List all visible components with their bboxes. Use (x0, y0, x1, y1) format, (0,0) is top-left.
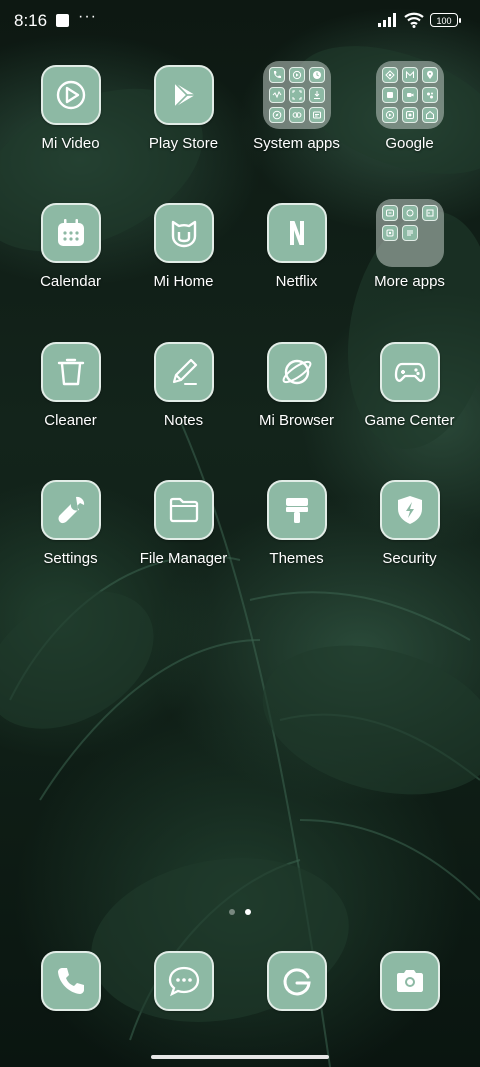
dock-google[interactable] (240, 951, 353, 1011)
trash-icon (40, 342, 101, 402)
app-play-store[interactable]: Play Store (127, 65, 240, 152)
signal-icon (378, 13, 396, 27)
dock-phone[interactable] (14, 951, 127, 1011)
drive-mini-icon (381, 87, 398, 103)
app-label: Mi Browser (258, 412, 334, 429)
app-mini-icon-3 (421, 205, 438, 221)
app-label: Calendar (40, 273, 101, 290)
app-label: Play Store (148, 135, 219, 152)
folder-icon (153, 480, 214, 540)
gamepad-icon (379, 342, 440, 402)
wrench-icon (40, 480, 101, 540)
app-game-center[interactable]: Game Center (353, 342, 466, 429)
shield-icon (379, 480, 440, 540)
download-mini-icon (308, 87, 325, 103)
app-security[interactable]: Security (353, 480, 466, 567)
mi-video-icon (40, 65, 101, 125)
dock-messages[interactable] (127, 951, 240, 1011)
app-label: More apps (374, 273, 445, 290)
scanner-mini-icon (288, 87, 305, 103)
app-label: Game Center (364, 412, 455, 429)
app-label: Cleaner (44, 412, 97, 429)
app-label: Settings (43, 550, 98, 567)
status-icons: 100 (378, 12, 461, 28)
pencil-icon (153, 342, 214, 402)
camera-icon (379, 951, 440, 1011)
play-store-icon (153, 65, 214, 125)
assistant-mini-icon (421, 87, 438, 103)
app-mini-icon-4 (381, 225, 398, 241)
page-dot-2[interactable] (245, 909, 251, 915)
folder-more-apps[interactable]: More apps (353, 199, 466, 290)
app-label: Themes (269, 550, 324, 567)
app-label: Netflix (275, 273, 318, 290)
battery-icon: 100 (430, 13, 461, 27)
card-mini-icon (308, 107, 325, 123)
gallery-mini-icon (381, 67, 398, 83)
gmail-mini-icon (401, 67, 418, 83)
home-indicator[interactable] (151, 1055, 329, 1059)
app-notes[interactable]: Notes (127, 342, 240, 429)
app-themes[interactable]: Themes (240, 480, 353, 567)
app-mini-icon-1 (381, 205, 398, 221)
app-label: Security (382, 550, 437, 567)
folder-system-apps[interactable]: System apps (240, 61, 353, 152)
app-mini-icon-5 (401, 225, 418, 241)
app-mini-icon-2 (401, 205, 418, 221)
app-cleaner[interactable]: Cleaner (14, 342, 127, 429)
app-label: Notes (163, 412, 204, 429)
phone-icon (40, 951, 101, 1011)
duo-mini-icon (401, 87, 418, 103)
page-dot-1[interactable] (229, 909, 235, 915)
more-apps-folder-icon (375, 199, 444, 267)
notification-icon (56, 14, 69, 27)
app-label: System apps (253, 135, 340, 152)
link-mini-icon (288, 107, 305, 123)
status-time: 8:16 (14, 11, 48, 30)
app-label: File Manager (139, 550, 228, 567)
app-mi-home[interactable]: Mi Home (127, 203, 240, 290)
system-apps-folder-icon (262, 61, 331, 129)
page-indicator (0, 909, 480, 915)
dock-camera[interactable] (353, 951, 466, 1011)
calendar-icon (40, 203, 101, 263)
app-file-manager[interactable]: File Manager (127, 480, 240, 567)
compass-mini-icon (268, 107, 285, 123)
phone-mini-icon (268, 67, 285, 83)
paint-roller-icon (266, 480, 327, 540)
home-mini-icon (421, 107, 438, 123)
recorder-mini-icon (268, 87, 285, 103)
app-label: Mi Home (153, 273, 214, 290)
photos-mini-icon (401, 107, 418, 123)
more-notifications-icon: ··· (78, 8, 97, 25)
app-label: Mi Video (41, 135, 100, 152)
netflix-icon (266, 203, 327, 263)
mi-home-icon (153, 203, 214, 263)
messages-icon (153, 951, 214, 1011)
youtube-music-mini-icon (381, 107, 398, 123)
app-settings[interactable]: Settings (14, 480, 127, 567)
app-mi-video[interactable]: Mi Video (14, 65, 127, 152)
planet-icon (266, 342, 327, 402)
folder-google[interactable]: Google (353, 61, 466, 152)
wifi-icon (404, 12, 424, 28)
clock-mini-icon (308, 67, 325, 83)
google-g-icon (266, 951, 327, 1011)
google-folder-icon (375, 61, 444, 129)
app-label: Google (385, 135, 434, 152)
maps-mini-icon (421, 67, 438, 83)
app-mi-browser[interactable]: Mi Browser (240, 342, 353, 429)
video-mini-icon (288, 67, 305, 83)
app-netflix[interactable]: Netflix (240, 203, 353, 290)
app-calendar[interactable]: Calendar (14, 203, 127, 290)
status-bar: 8:16 ··· 100 (0, 0, 480, 42)
